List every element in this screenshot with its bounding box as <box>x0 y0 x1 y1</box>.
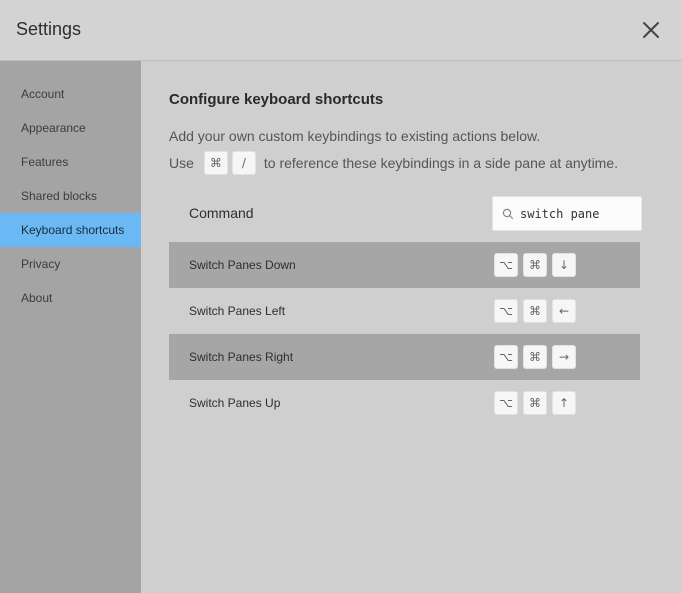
command-key: ⌘ <box>523 391 547 415</box>
command-name: Switch Panes Right <box>189 350 294 364</box>
command-key: ⌘ <box>203 151 228 175</box>
sidebar-item-features[interactable]: Features <box>0 145 141 179</box>
search-input[interactable] <box>520 206 638 221</box>
side-pane-hint: Use ⌘ / to reference these keybindings i… <box>169 151 618 175</box>
arrow-left-key: ← <box>552 299 576 323</box>
slash-key: / <box>231 151 256 175</box>
sidebar-item-privacy[interactable]: Privacy <box>0 247 141 281</box>
command-name: Switch Panes Up <box>189 396 281 410</box>
option-key: ⌥ <box>494 253 518 277</box>
sidebar-item-account[interactable]: Account <box>0 77 141 111</box>
arrow-up-key: ↑ <box>552 391 576 415</box>
keybinding[interactable]: ⌥ ⌘ ↓ <box>494 253 576 277</box>
keybinding[interactable]: ⌥ ⌘ ↑ <box>494 391 576 415</box>
command-key: ⌘ <box>523 253 547 277</box>
command-column-label: Command <box>189 205 254 221</box>
command-key: ⌘ <box>523 345 547 369</box>
page-title: Configure keyboard shortcuts <box>169 91 384 108</box>
sidebar-item-shared-blocks[interactable]: Shared blocks <box>0 179 141 213</box>
close-button[interactable] <box>639 18 663 42</box>
settings-header: Settings <box>0 0 682 61</box>
window-title: Settings <box>16 19 82 39</box>
arrow-right-key: → <box>552 345 576 369</box>
arrow-down-key: ↓ <box>552 253 576 277</box>
command-key: ⌘ <box>523 299 547 323</box>
search-icon <box>502 208 514 219</box>
option-key: ⌥ <box>494 345 518 369</box>
settings-sidebar: Account Appearance Features Shared block… <box>0 61 141 593</box>
shortcut-row-switch-panes-left[interactable]: Switch Panes Left ⌥ ⌘ ← <box>169 288 640 334</box>
keybinding[interactable]: ⌥ ⌘ ← <box>494 299 576 323</box>
shortcut-row-switch-panes-right[interactable]: Switch Panes Right ⌥ ⌘ → <box>169 334 640 380</box>
option-key: ⌥ <box>494 299 518 323</box>
close-icon <box>643 22 659 38</box>
use-label: Use <box>169 155 194 171</box>
hint-suffix: to reference these keybindings in a side… <box>263 155 619 171</box>
command-search[interactable] <box>492 196 642 231</box>
sidebar-item-appearance[interactable]: Appearance <box>0 111 141 145</box>
command-name: Switch Panes Left <box>189 304 286 318</box>
command-name: Switch Panes Down <box>189 258 296 272</box>
sidebar-item-about[interactable]: About <box>0 281 141 315</box>
description-text: Add your own custom keybindings to exist… <box>169 128 541 144</box>
sidebar-item-keyboard-shortcuts[interactable]: Keyboard shortcuts <box>0 213 141 247</box>
keybinding[interactable]: ⌥ ⌘ → <box>494 345 576 369</box>
shortcut-row-switch-panes-down[interactable]: Switch Panes Down ⌥ ⌘ ↓ <box>169 242 640 288</box>
option-key: ⌥ <box>494 391 518 415</box>
shortcut-row-switch-panes-up[interactable]: Switch Panes Up ⌥ ⌘ ↑ <box>169 380 640 426</box>
keyboard-shortcuts-panel: Configure keyboard shortcuts Add your ow… <box>141 61 682 593</box>
